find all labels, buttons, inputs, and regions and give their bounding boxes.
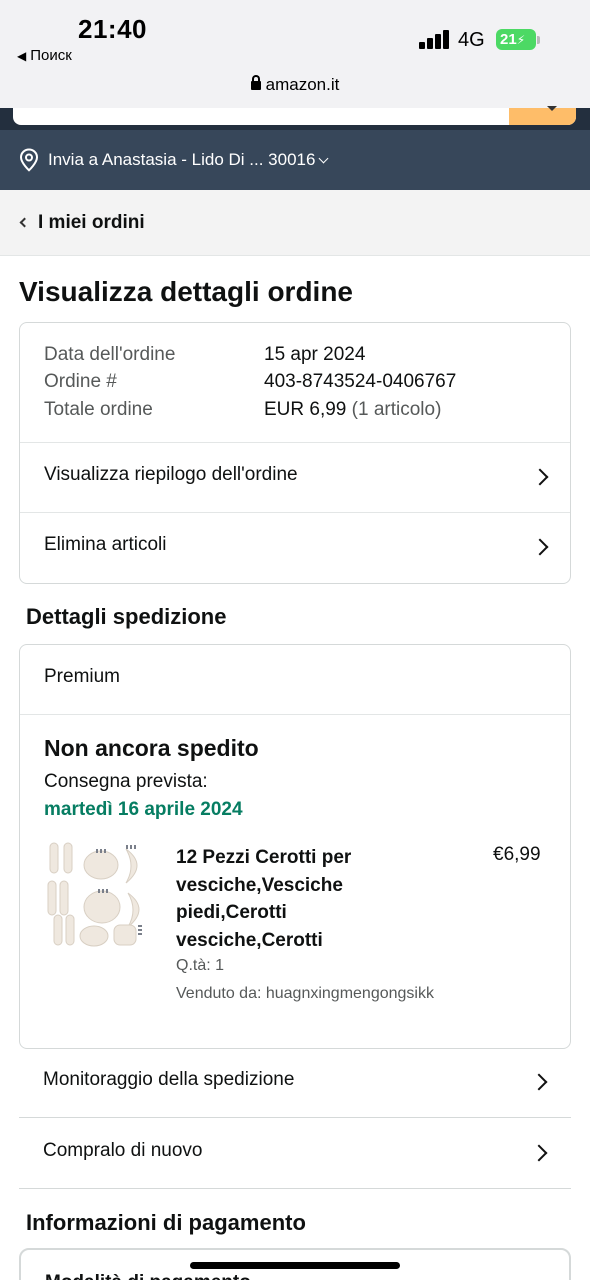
buy-again-link[interactable]: Compralo di nuovo	[19, 1119, 571, 1189]
back-to-app-link[interactable]: ◀ Поиск	[17, 47, 72, 64]
page-title: Visualizza dettagli ordine	[19, 276, 354, 307]
payment-section-title: Informazioni di pagamento	[26, 1210, 306, 1235]
chevron-right-icon	[531, 468, 549, 486]
product-price: €6,99	[493, 844, 541, 865]
order-summary-card: Data dell'ordine 15 apr 2024 Ordine # 40…	[19, 322, 571, 584]
signal-icon	[419, 29, 451, 49]
lock-icon	[250, 75, 261, 90]
order-summary-link-label: Visualizza riepilogo dell'ordine	[44, 464, 298, 485]
location-pin-icon	[19, 148, 39, 172]
shipment-status: Non ancora spedito	[44, 735, 259, 761]
product-quantity: Q.tà: 1	[176, 957, 225, 974]
delete-items-link-label: Elimina articoli	[44, 534, 167, 555]
chevron-right-icon	[530, 1144, 548, 1162]
order-date-value: 15 apr 2024	[264, 344, 366, 365]
breadcrumb-label: I miei ordini	[38, 212, 145, 233]
order-number-value: 403-8743524-0406767	[264, 371, 457, 392]
deliver-to-bar[interactable]: Invia a Anastasia - Lido Di ... 30016	[0, 130, 590, 190]
battery-cap	[537, 36, 540, 44]
divider	[20, 714, 570, 715]
track-shipment-label: Monitoraggio della spedizione	[43, 1069, 295, 1090]
status-time: 21:40	[78, 14, 147, 44]
eta-label: Consegna prevista:	[44, 771, 208, 792]
order-number-label: Ordine #	[44, 371, 117, 392]
product-title-link[interactable]: 12 Pezzi Cerotti per vesciche,Vesciche p…	[176, 844, 406, 954]
order-summary-link[interactable]: Visualizza riepilogo dell'ordine	[20, 443, 570, 513]
battery-level: 21	[500, 31, 517, 48]
order-total-label: Totale ordine	[44, 399, 153, 420]
deliver-to-label: Invia a Anastasia - Lido Di ... 30016	[48, 150, 329, 170]
order-total-amount: EUR 6,99	[264, 399, 347, 420]
address-bar[interactable]: amazon.it	[0, 75, 590, 95]
buy-again-label: Compralo di nuovo	[43, 1140, 203, 1161]
payment-method-label: Modalità di pagamento	[45, 1272, 251, 1280]
shipping-section-title: Dettagli spedizione	[26, 604, 227, 629]
order-date-label: Data dell'ordine	[44, 344, 176, 365]
deliver-to-text: Invia a Anastasia - Lido Di ... 30016	[48, 150, 316, 169]
shipping-type: Premium	[44, 666, 121, 687]
chevron-right-icon	[531, 538, 549, 556]
url-text: amazon.it	[265, 75, 340, 94]
back-triangle-icon: ◀	[17, 49, 27, 63]
product-image[interactable]	[46, 841, 150, 949]
chevron-right-icon	[530, 1073, 548, 1091]
delete-items-link[interactable]: Elimina articoli	[20, 513, 570, 583]
eta-date: martedì 16 aprile 2024	[44, 799, 243, 820]
shipment-card: Premium Non ancora spedito Consegna prev…	[19, 644, 571, 1049]
home-indicator[interactable]	[190, 1262, 400, 1269]
track-shipment-link[interactable]: Monitoraggio della spedizione	[19, 1048, 571, 1118]
battery-icon: 21⚡	[496, 29, 536, 50]
search-button[interactable]	[509, 106, 576, 125]
browser-chrome: 21:40 ◀ Поиск 4G 21⚡ amazon.it	[0, 0, 590, 108]
order-total-items: (1 articolo)	[351, 399, 442, 420]
chevron-down-icon	[319, 153, 329, 164]
search-input[interactable]	[13, 108, 576, 125]
back-app-label: Поиск	[30, 47, 72, 64]
site-header: Invia a Anastasia - Lido Di ... 30016	[0, 106, 590, 190]
order-total-value: EUR 6,99 (1 articolo)	[264, 399, 441, 421]
network-type: 4G	[458, 29, 485, 51]
breadcrumb[interactable]: I miei ordini	[0, 190, 590, 256]
product-seller: Venduto da: huagnxingmengongsikk	[176, 985, 434, 1002]
chevron-left-icon	[19, 217, 30, 228]
